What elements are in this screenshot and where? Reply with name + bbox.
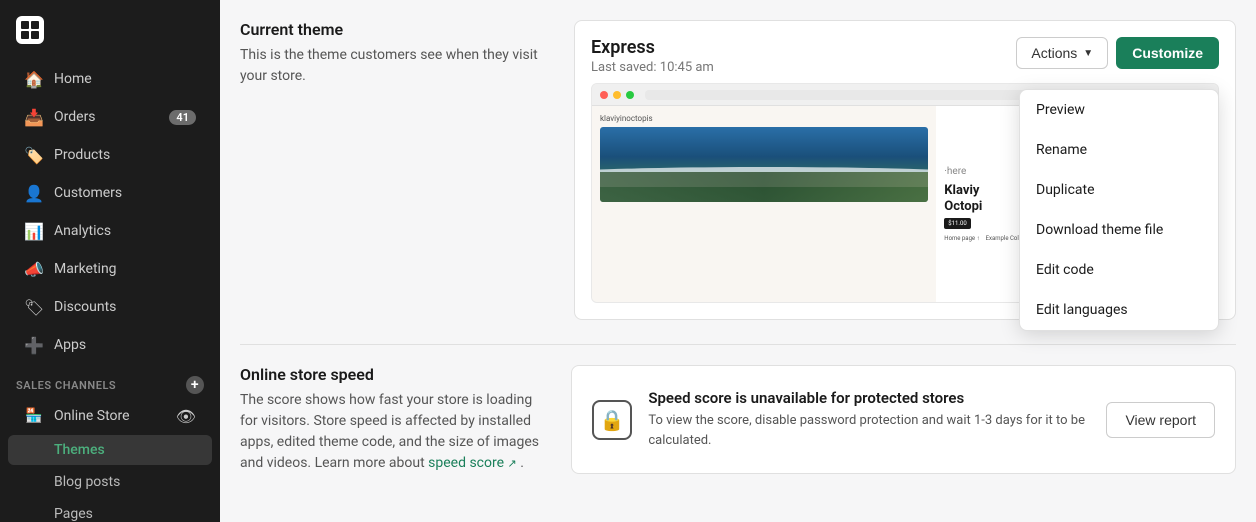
orders-icon: 📥 <box>24 107 44 127</box>
preview-ocean-image <box>600 127 928 202</box>
sidebar-item-pages[interactable]: Pages <box>8 499 212 522</box>
current-theme-desc: This is the theme customers see when the… <box>240 45 554 87</box>
sidebar-item-themes[interactable]: Themes <box>8 435 212 465</box>
eye-icon: 👁 <box>176 407 196 426</box>
sidebar-item-marketing[interactable]: 📣 Marketing <box>8 251 212 287</box>
preview-store-name: klaviyinoctopis <box>600 114 928 123</box>
sidebar-item-discounts[interactable]: 🏷 Discounts <box>8 289 212 325</box>
actions-button[interactable]: Actions ▼ <box>1016 37 1108 69</box>
logo-icon <box>16 16 44 44</box>
products-icon: 🏷️ <box>24 145 44 165</box>
speed-card-title: Speed score is unavailable for protected… <box>648 389 1090 407</box>
main-content: Current theme This is the theme customer… <box>220 0 1256 522</box>
theme-actions: Actions ▼ Customize Preview Rename Dupli… <box>1016 37 1219 69</box>
dropdown-item-preview[interactable]: Preview <box>1020 90 1218 130</box>
customers-icon: 👤 <box>24 183 44 203</box>
external-link-icon: ↗ <box>508 457 517 470</box>
speed-section-title: Online store speed <box>240 365 551 384</box>
preview-brand-text: Klaviy Octopi <box>944 183 982 214</box>
discounts-icon: 🏷 <box>24 297 44 317</box>
speed-section: Online store speed The score shows how f… <box>240 365 1236 474</box>
current-theme-title: Current theme <box>240 20 554 39</box>
section-divider <box>240 344 1236 345</box>
lock-icon: 🔒 <box>592 400 632 440</box>
browser-dot-green <box>626 91 634 99</box>
sidebar-item-customers[interactable]: 👤 Customers <box>8 175 212 211</box>
dropdown-item-download[interactable]: Download theme file <box>1020 210 1218 250</box>
sidebar-item-home[interactable]: 🏠 Home <box>8 61 212 97</box>
sidebar-item-analytics[interactable]: 📊 Analytics <box>8 213 212 249</box>
view-report-button[interactable]: View report <box>1106 402 1215 438</box>
theme-preview-card: Express Last saved: 10:45 am Actions ▼ C… <box>574 20 1236 320</box>
current-theme-section: Current theme This is the theme customer… <box>240 20 1236 320</box>
preview-left-panel: klaviyinoctopis <box>592 106 936 302</box>
online-store-icon: 🏪 <box>24 406 44 426</box>
speed-score-link[interactable]: speed score ↗ <box>428 455 520 471</box>
theme-name: Express <box>591 37 714 58</box>
speed-unavailable-card: 🔒 Speed score is unavailable for protect… <box>571 365 1236 474</box>
dropdown-item-edit-languages[interactable]: Edit languages <box>1020 290 1218 330</box>
theme-info: Current theme This is the theme customer… <box>240 20 554 320</box>
sidebar-item-orders[interactable]: 📥 Orders 41 <box>8 99 212 135</box>
sidebar-logo <box>0 8 220 60</box>
marketing-icon: 📣 <box>24 259 44 279</box>
dropdown-item-edit-code[interactable]: Edit code <box>1020 250 1218 290</box>
dropdown-item-duplicate[interactable]: Duplicate <box>1020 170 1218 210</box>
preview-somewhere-label: ·here <box>944 166 966 177</box>
analytics-icon: 📊 <box>24 221 44 241</box>
speed-card-desc: To view the score, disable password prot… <box>648 411 1090 450</box>
speed-section-desc: The score shows how fast your store is l… <box>240 390 551 474</box>
theme-last-saved: Last saved: 10:45 am <box>591 60 714 75</box>
sidebar-item-apps[interactable]: ➕ Apps <box>8 327 212 363</box>
dropdown-item-rename[interactable]: Rename <box>1020 130 1218 170</box>
speed-card-content: Speed score is unavailable for protected… <box>648 389 1090 450</box>
browser-dot-red <box>600 91 608 99</box>
preview-price-tag: $11.00 <box>944 218 970 229</box>
speed-info: Online store speed The score shows how f… <box>240 365 551 474</box>
browser-dot-yellow <box>613 91 621 99</box>
apps-icon: ➕ <box>24 335 44 355</box>
sidebar: 🏠 Home 📥 Orders 41 🏷️ Products 👤 Custome… <box>0 0 220 522</box>
actions-dropdown-menu: Preview Rename Duplicate Download theme … <box>1019 89 1219 331</box>
rock-layer <box>600 172 928 202</box>
sidebar-item-online-store[interactable]: 🏪 Online Store 👁 <box>8 399 212 433</box>
add-sales-channel-button[interactable]: + <box>186 376 204 394</box>
sidebar-item-products[interactable]: 🏷️ Products <box>8 137 212 173</box>
home-icon: 🏠 <box>24 69 44 89</box>
customize-button[interactable]: Customize <box>1116 37 1219 69</box>
orders-badge: 41 <box>169 110 196 125</box>
sales-channels-section: Sales Channels + <box>0 364 220 398</box>
theme-header: Express Last saved: 10:45 am Actions ▼ C… <box>591 37 1219 75</box>
sidebar-item-blog-posts[interactable]: Blog posts <box>8 467 212 497</box>
chevron-down-icon: ▼ <box>1083 48 1093 59</box>
